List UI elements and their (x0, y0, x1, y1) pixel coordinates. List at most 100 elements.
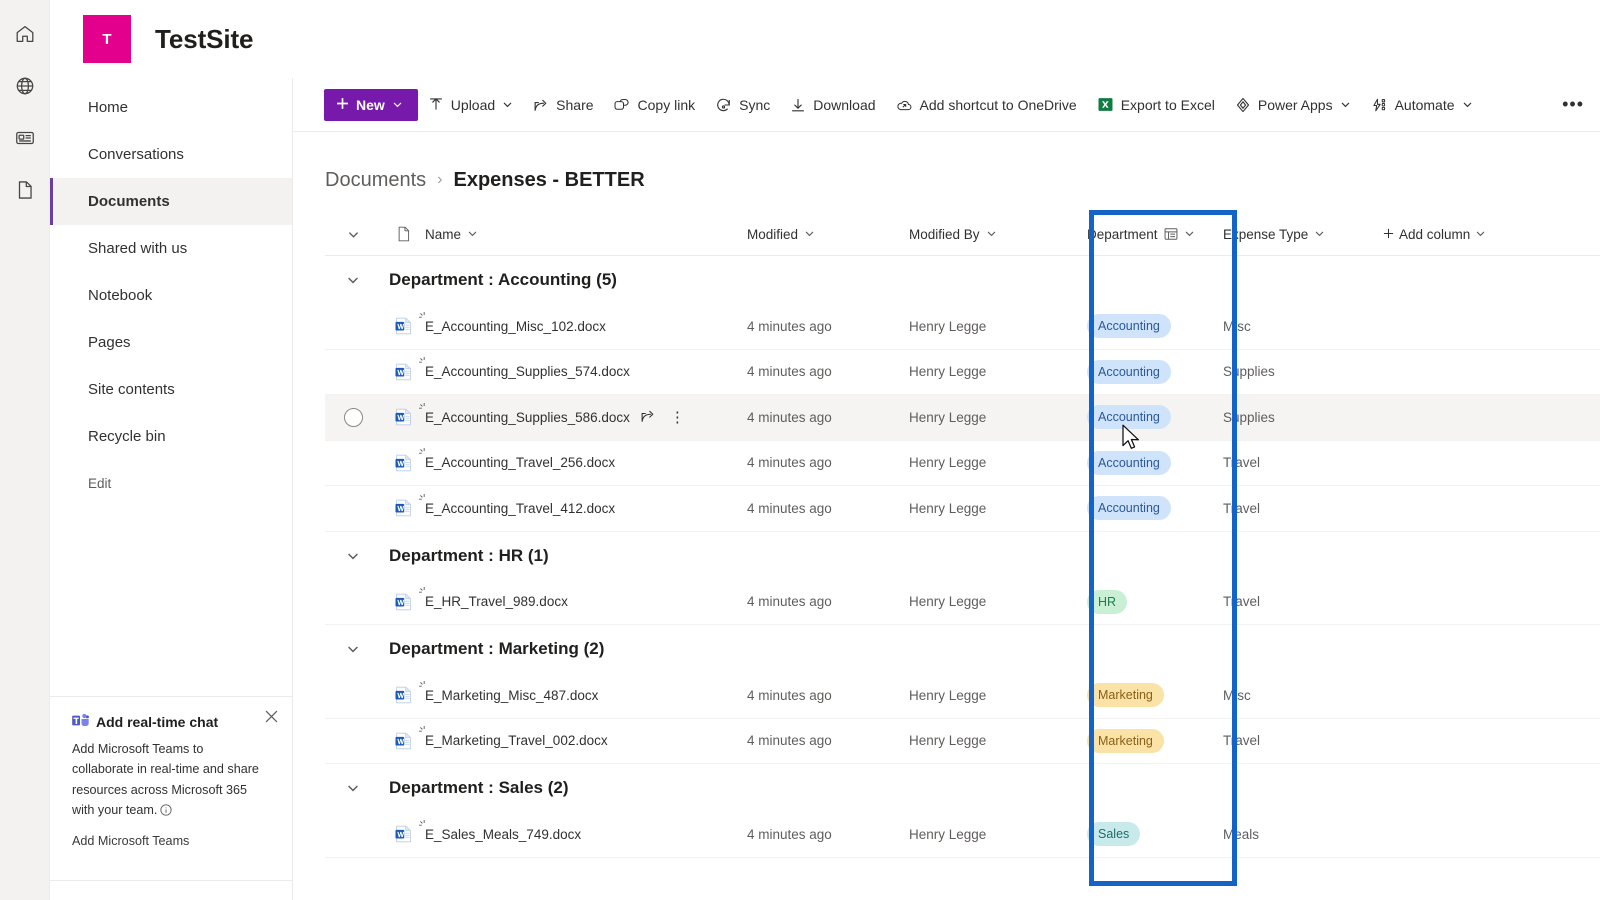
sidebar-item-site-contents[interactable]: Site contents (50, 366, 292, 413)
group-header-row[interactable]: Department : Sales (2) (325, 764, 1600, 812)
file-name-label[interactable]: E_Accounting_Supplies_574.docx (425, 364, 630, 379)
name-column-header[interactable]: Name (425, 213, 747, 256)
new-file-indicator-icon (418, 680, 430, 695)
sidebar-item-home[interactable]: Home (50, 84, 292, 131)
upload-button[interactable]: Upload (418, 85, 523, 125)
file-name-label[interactable]: E_Marketing_Travel_002.docx (425, 733, 608, 748)
modified-column-header[interactable]: Modified (747, 213, 909, 256)
group-header-row[interactable]: Department : Marketing (2) (325, 625, 1600, 673)
file-name-cell[interactable]: E_Sales_Meals_749.docx (419, 819, 747, 842)
file-name-cell[interactable]: E_Accounting_Travel_412.docx (419, 493, 747, 516)
sidebar-item-shared-with-us[interactable]: Shared with us (50, 225, 292, 272)
site-title: TestSite (155, 23, 254, 54)
group-collapse-toggle[interactable] (325, 642, 381, 656)
file-name-label[interactable]: E_Accounting_Travel_256.docx (425, 455, 615, 470)
share-button[interactable]: Share (523, 85, 603, 125)
sidebar-item-conversations[interactable]: Conversations (50, 131, 292, 178)
file-name-cell[interactable]: E_Accounting_Supplies_586.docx ⋮ (419, 402, 747, 427)
globe-icon[interactable] (0, 60, 50, 112)
news-icon[interactable] (0, 112, 50, 164)
power-apps-button[interactable]: Power Apps (1225, 85, 1361, 125)
modified-by-cell: Henry Legge (909, 687, 987, 703)
department-cell: HR (1069, 589, 1223, 614)
group-collapse-toggle[interactable] (325, 549, 381, 563)
expense-type-column-header[interactable]: Expense Type (1223, 213, 1383, 256)
file-name-cell[interactable]: E_Accounting_Supplies_574.docx (419, 357, 747, 379)
table-row[interactable]: E_Accounting_Travel_256.docx 4 minutes ag… (325, 441, 1600, 486)
file-name-cell[interactable]: E_Marketing_Misc_487.docx (419, 680, 747, 703)
plus-icon (336, 97, 349, 113)
expand-all-toggle[interactable] (325, 213, 381, 256)
modified-by-column-header[interactable]: Modified By (909, 213, 1069, 256)
add-teams-link[interactable]: Add Microsoft Teams (72, 834, 272, 848)
file-name-label[interactable]: E_Accounting_Misc_102.docx (425, 319, 606, 334)
group-collapse-toggle[interactable] (325, 781, 381, 795)
table-row[interactable]: E_Sales_Meals_749.docx 4 minutes ago Henry… (325, 812, 1600, 858)
file-name-cell[interactable]: E_HR_Travel_989.docx (419, 587, 747, 609)
file-type-column-header[interactable] (381, 213, 425, 256)
share-icon[interactable] (640, 408, 656, 427)
file-name-label[interactable]: E_Sales_Meals_749.docx (425, 827, 581, 842)
table-row[interactable]: E_Accounting_Supplies_574.docx 4 minutes … (325, 350, 1600, 395)
home-icon[interactable] (0, 8, 50, 60)
document-icon[interactable] (0, 164, 50, 216)
modified-cell: 4 minutes ago (747, 455, 832, 471)
file-name-label[interactable]: E_Marketing_Misc_487.docx (425, 688, 598, 703)
breadcrumb-parent[interactable]: Documents (325, 169, 426, 192)
department-pill: Accounting (1087, 496, 1171, 521)
modified-by-cell: Henry Legge (909, 364, 987, 380)
table-row[interactable]: E_HR_Travel_989.docx 4 minutes ago Henry L… (325, 580, 1600, 625)
file-name-label[interactable]: E_Accounting_Supplies_586.docx (425, 410, 630, 425)
command-label: Power Apps (1257, 96, 1333, 113)
automate-button[interactable]: Automate (1361, 85, 1483, 125)
table-row[interactable]: E_Accounting_Travel_412.docx 4 minutes ag… (325, 486, 1600, 532)
site-header: T TestSite (50, 0, 1600, 78)
upload-icon (428, 97, 444, 113)
add-shortcut-to-onedrive-button[interactable]: Add shortcut to OneDrive (886, 85, 1087, 125)
copy-link-button[interactable]: Copy link (604, 85, 706, 125)
selection-circle-icon[interactable] (343, 407, 363, 427)
file-name-cell[interactable]: E_Accounting_Travel_256.docx (419, 448, 747, 470)
file-name-cell[interactable]: E_Accounting_Misc_102.docx (419, 311, 747, 334)
file-name-label[interactable]: E_Accounting_Travel_412.docx (425, 501, 615, 516)
add-column-button[interactable]: Add column (1383, 213, 1486, 256)
teams-icon (72, 713, 89, 731)
plus-icon (1383, 227, 1394, 242)
group-label: Department : Sales (2) (389, 778, 569, 797)
table-row[interactable]: E_Marketing_Misc_487.docx 4 minutes ago He… (325, 673, 1600, 719)
close-icon[interactable] (262, 707, 280, 725)
export-to-excel-button[interactable]: Export to Excel (1087, 85, 1225, 125)
sidebar-item-pages[interactable]: Pages (50, 319, 292, 366)
modified-by-cell: Henry Legge (909, 733, 987, 749)
info-icon[interactable] (160, 802, 172, 822)
sidebar-item-documents[interactable]: Documents (50, 178, 292, 225)
department-pill: Marketing (1087, 683, 1164, 708)
file-name-label[interactable]: E_HR_Travel_989.docx (425, 594, 568, 609)
modified-by-cell: Henry Legge (909, 455, 987, 471)
sync-button[interactable]: Sync (705, 85, 780, 125)
add-column-label: Add column (1399, 226, 1471, 242)
download-button[interactable]: Download (780, 85, 885, 125)
new-file-indicator-icon (418, 493, 430, 508)
sidebar-item-notebook[interactable]: Notebook (50, 272, 292, 319)
expense-type-cell: Travel (1223, 733, 1261, 749)
row-select-checkbox[interactable] (325, 407, 381, 427)
expense-type-cell: Travel (1223, 500, 1261, 516)
more-actions-icon[interactable]: ⋮ (670, 410, 685, 425)
table-row[interactable]: E_Accounting_Misc_102.docx 4 minutes ago H… (325, 304, 1600, 350)
table-row[interactable]: E_Marketing_Travel_002.docx 4 minutes ago… (325, 719, 1600, 764)
group-header-row[interactable]: Department : Accounting (5) (325, 256, 1600, 304)
group-collapse-toggle[interactable] (325, 273, 381, 287)
nav-edit-link[interactable]: Edit (50, 460, 292, 506)
more-commands-button[interactable]: ••• (1556, 94, 1600, 115)
table-row[interactable]: E_Accounting_Supplies_586.docx ⋮ 4 minutes… (325, 395, 1600, 441)
group-header-row[interactable]: Department : HR (1) (325, 532, 1600, 580)
modified-cell: 4 minutes ago (747, 826, 832, 842)
chevron-down-icon (1184, 227, 1195, 242)
file-name-cell[interactable]: E_Marketing_Travel_002.docx (419, 726, 747, 748)
modified-column-label: Modified (747, 226, 799, 242)
new-button[interactable]: New (324, 88, 418, 121)
department-column-header[interactable]: Department (1069, 213, 1223, 256)
department-cell: Accounting (1069, 496, 1223, 521)
sidebar-item-recycle-bin[interactable]: Recycle bin (50, 413, 292, 460)
